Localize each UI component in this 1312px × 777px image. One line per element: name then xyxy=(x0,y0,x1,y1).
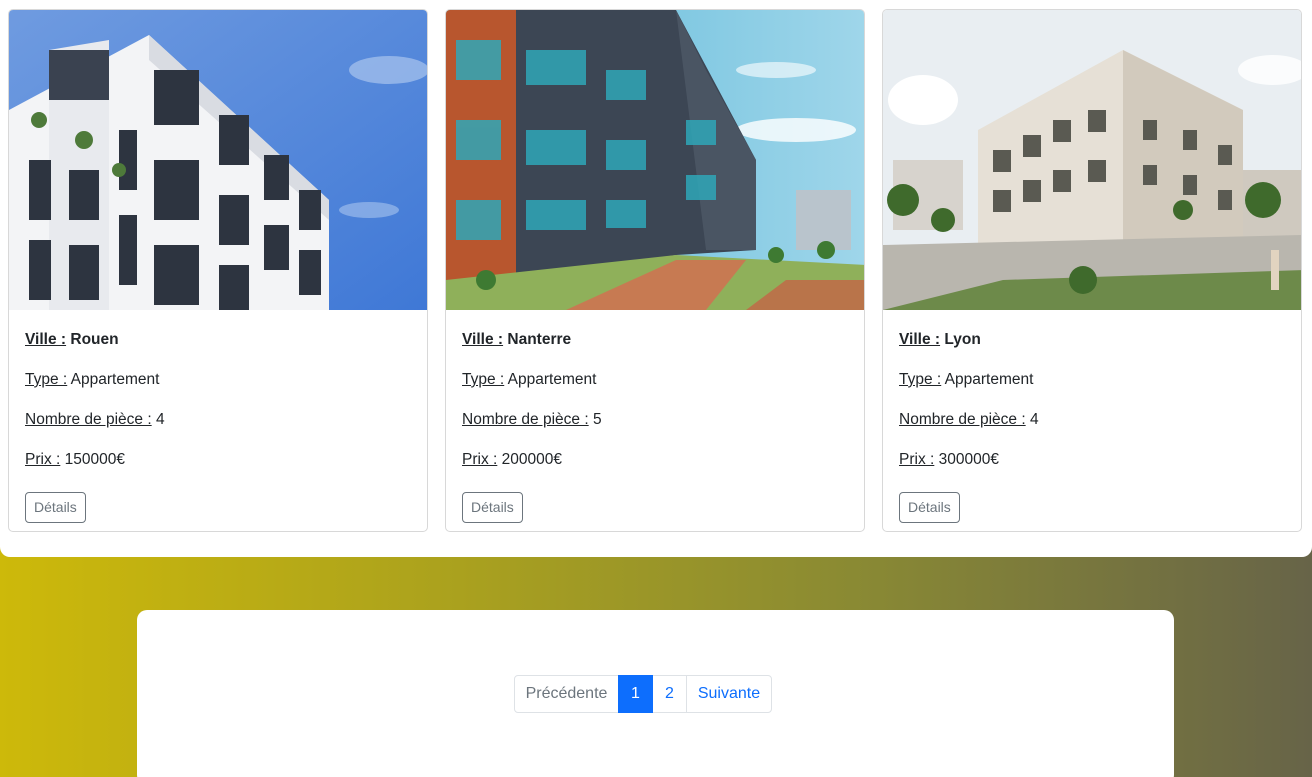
price-label: Prix : xyxy=(899,451,935,468)
city-value: Rouen xyxy=(70,331,119,348)
price-field: Prix : 150000€ xyxy=(25,446,411,486)
rooms-label: Nombre de pièce : xyxy=(25,411,152,428)
rooms-value: 4 xyxy=(1029,411,1039,428)
price-label: Prix : xyxy=(25,451,61,468)
details-button[interactable]: Détails xyxy=(899,492,960,523)
type-field: Type : Appartement xyxy=(899,366,1285,406)
type-field: Type : Appartement xyxy=(25,366,411,406)
type-label: Type : xyxy=(899,371,942,388)
pagination: Précédente 1 2 Suivante xyxy=(514,675,772,713)
rooms-value: 4 xyxy=(155,411,165,428)
rooms-label: Nombre de pièce : xyxy=(462,411,589,428)
listing-card: Ville : Lyon Type : Appartement Nombre d… xyxy=(882,9,1302,532)
price-value: 200000€ xyxy=(501,451,562,468)
city-value: Nanterre xyxy=(507,331,572,348)
listings-panel: Ville : Rouen Type : Appartement Nombre … xyxy=(0,0,1312,557)
pagination-panel: Précédente 1 2 Suivante xyxy=(137,610,1174,777)
city-field: Ville : Nanterre xyxy=(462,326,848,366)
city-field: Ville : Lyon xyxy=(899,326,1285,366)
city-label: Ville : xyxy=(25,331,67,348)
type-field: Type : Appartement xyxy=(462,366,848,406)
rooms-value: 5 xyxy=(592,411,602,428)
rooms-label: Nombre de pièce : xyxy=(899,411,1026,428)
price-value: 150000€ xyxy=(64,451,125,468)
pagination-next[interactable]: Suivante xyxy=(686,675,772,713)
type-value: Appartement xyxy=(70,371,160,388)
city-field: Ville : Rouen xyxy=(25,326,411,366)
rooms-field: Nombre de pièce : 5 xyxy=(462,406,848,446)
type-value: Appartement xyxy=(507,371,597,388)
type-value: Appartement xyxy=(944,371,1034,388)
listing-image xyxy=(9,10,427,310)
type-label: Type : xyxy=(462,371,505,388)
rooms-field: Nombre de pièce : 4 xyxy=(25,406,411,446)
listing-image xyxy=(883,10,1301,310)
price-field: Prix : 300000€ xyxy=(899,446,1285,486)
city-label: Ville : xyxy=(899,331,941,348)
type-label: Type : xyxy=(25,371,68,388)
rooms-field: Nombre de pièce : 4 xyxy=(899,406,1285,446)
listing-image xyxy=(446,10,864,310)
pagination-page-1[interactable]: 1 xyxy=(618,675,653,713)
listing-card: Ville : Rouen Type : Appartement Nombre … xyxy=(8,9,428,532)
details-button[interactable]: Détails xyxy=(462,492,523,523)
price-field: Prix : 200000€ xyxy=(462,446,848,486)
listing-card: Ville : Nanterre Type : Appartement Nomb… xyxy=(445,9,865,532)
details-button[interactable]: Détails xyxy=(25,492,86,523)
city-value: Lyon xyxy=(944,331,981,348)
price-value: 300000€ xyxy=(938,451,999,468)
city-label: Ville : xyxy=(462,331,504,348)
price-label: Prix : xyxy=(462,451,498,468)
pagination-previous[interactable]: Précédente xyxy=(514,675,619,713)
pagination-page-2[interactable]: 2 xyxy=(652,675,687,713)
